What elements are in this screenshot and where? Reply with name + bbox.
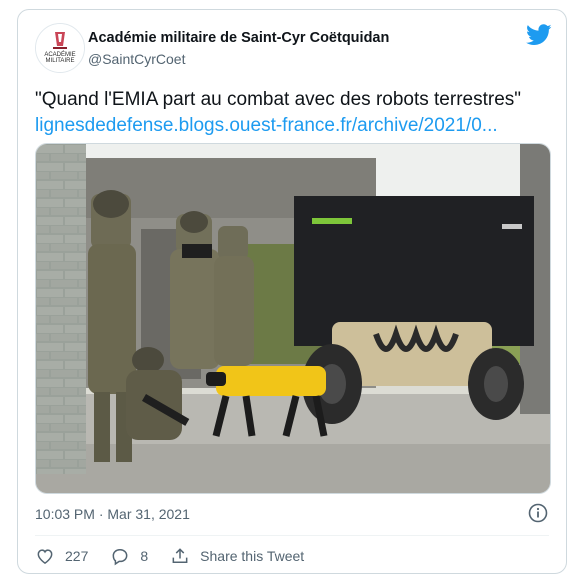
avatar-text-line-1: ACADÉMIE [44,51,75,58]
actions-divider [35,535,549,536]
info-icon[interactable] [528,503,548,523]
photo-soldiers-with-robots [36,144,550,493]
twitter-bird-icon[interactable] [526,24,552,46]
tweet-card[interactable]: ACADÉMIE MILITAIRE Académie militaire de… [17,9,567,574]
tweet-photo[interactable] [35,143,551,494]
reply-button[interactable]: 8 [110,546,148,566]
tweet-quote: "Quand l'EMIA part au combat avec des ro… [35,89,522,110]
tweet-link[interactable]: lignesdedefense.blogs.ouest-france.fr/ar… [35,113,555,139]
share-button[interactable]: Share this Tweet [170,546,304,566]
tweet-actions: 227 8 Share this Tweet [35,544,326,568]
tweet-timestamp[interactable]: 10:03 PM · Mar 31, 2021 [35,506,190,522]
share-label: Share this Tweet [200,548,305,564]
heart-icon [37,549,53,564]
avatar[interactable]: ACADÉMIE MILITAIRE [35,23,85,73]
author-handle[interactable]: @SaintCyrCoet [88,51,185,67]
avatar-text-line-2: MILITAIRE [46,58,75,64]
like-button[interactable]: 227 [35,546,88,566]
reply-count: 8 [140,548,149,564]
academy-logo-icon: ACADÉMIE MILITAIRE [36,24,84,72]
tweet-text: "Quand l'EMIA part au combat avec des ro… [35,87,555,139]
reply-icon [112,549,128,566]
like-count: 227 [65,548,89,564]
share-icon [172,548,188,563]
author-name[interactable]: Académie militaire de Saint-Cyr Coëtquid… [88,30,389,46]
